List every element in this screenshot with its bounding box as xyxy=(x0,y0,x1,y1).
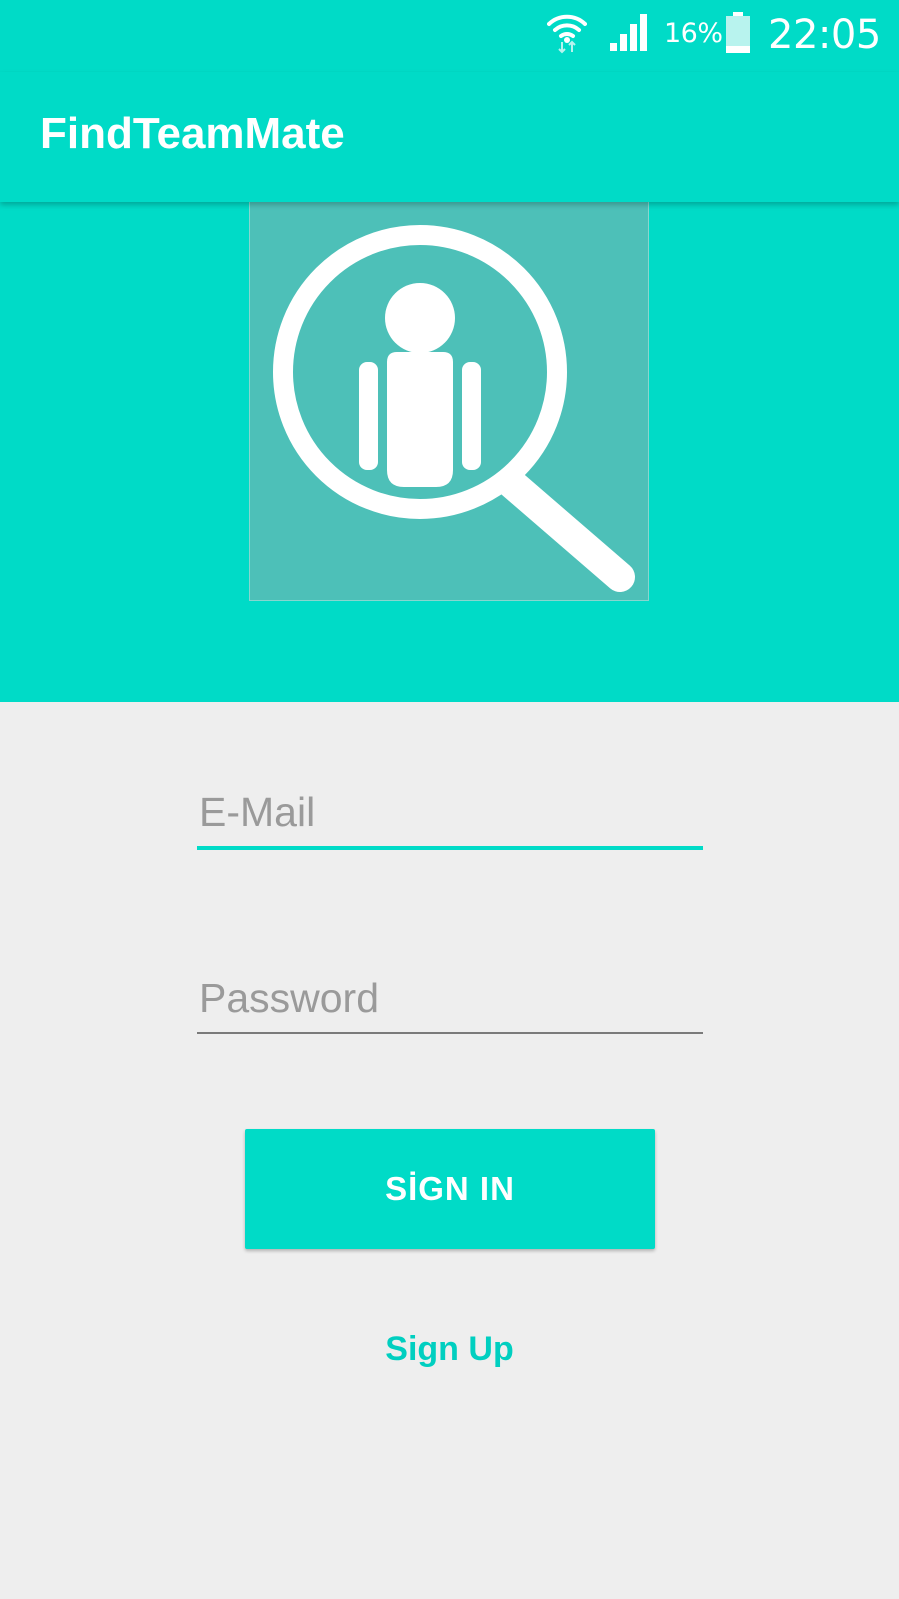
signal-icon xyxy=(608,12,650,57)
app-title: FindTeamMate xyxy=(40,109,345,158)
app-bar: FindTeamMate xyxy=(0,72,899,202)
password-field-container xyxy=(197,970,703,1034)
email-field[interactable] xyxy=(197,784,703,840)
password-underline xyxy=(197,1032,703,1034)
wifi-icon xyxy=(547,8,587,59)
clock: 22:05 xyxy=(768,12,881,58)
hero-banner xyxy=(0,202,899,702)
battery-percent: 16% xyxy=(664,18,723,49)
sign-up-link[interactable]: Sign Up xyxy=(0,1330,899,1369)
battery-icon xyxy=(725,12,751,59)
magnifier-person-icon xyxy=(250,202,648,601)
email-field-container xyxy=(197,784,703,850)
app-logo xyxy=(249,202,649,601)
password-field[interactable] xyxy=(197,970,703,1026)
email-underline xyxy=(197,846,703,850)
status-bar: 16% 22:05 xyxy=(0,0,899,72)
sign-in-button[interactable]: SİGN IN xyxy=(245,1129,655,1249)
